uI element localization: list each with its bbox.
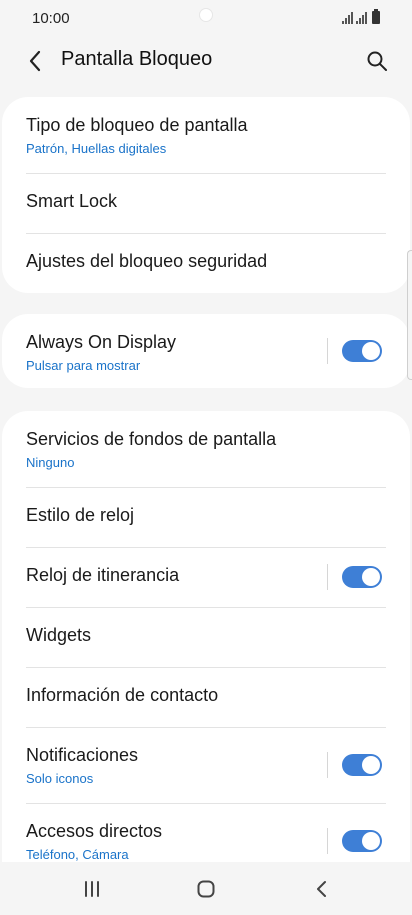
item-title: Reloj de itinerancia: [26, 565, 180, 585]
home-button[interactable]: [186, 872, 226, 906]
search-icon: [367, 51, 387, 71]
status-bar: 10:00: [0, 0, 412, 36]
item-title: Información de contacto: [26, 685, 219, 705]
chevron-left-icon: [29, 50, 41, 72]
item-subtitle: Pulsar para mostrar: [26, 358, 141, 373]
item-title: Servicios de fondos de pantalla: [26, 429, 277, 449]
signal-icon: [342, 12, 353, 24]
recents-icon: [85, 881, 99, 897]
list-item-smart-lock[interactable]: Smart Lock: [2, 173, 410, 233]
list-item-screen-lock-type[interactable]: Tipo de bloqueo de pantalla Patrón, Huel…: [2, 97, 410, 173]
list-item-contact-information[interactable]: Información de contacto: [2, 667, 410, 727]
app-header: Pantalla Bloqueo: [0, 36, 412, 86]
item-subtitle: Ninguno: [26, 455, 75, 470]
item-subtitle: Teléfono, Cámara: [26, 847, 129, 862]
item-subtitle: Solo iconos: [26, 771, 94, 786]
back-icon: [317, 881, 326, 897]
item-title: Tipo de bloqueo de pantalla: [26, 115, 248, 135]
nav-back-button[interactable]: [302, 872, 342, 906]
signal-icon: [356, 12, 367, 24]
navigation-bar: [0, 862, 412, 915]
item-title: Smart Lock: [26, 191, 118, 211]
battery-icon: [372, 9, 380, 24]
list-item-clock-style[interactable]: Estilo de reloj: [2, 487, 410, 547]
list-item-shortcuts[interactable]: Accesos directos Teléfono, Cámara: [2, 803, 410, 862]
back-button[interactable]: [20, 46, 50, 76]
item-title: Estilo de reloj: [26, 505, 135, 525]
toggle-wrap: [327, 314, 382, 388]
status-icons: [342, 9, 380, 24]
other-settings-card: Servicios de fondos de pantalla Ninguno …: [2, 411, 410, 862]
divider: [327, 564, 328, 590]
scrollbar[interactable]: [407, 250, 412, 380]
list-item-widgets[interactable]: Widgets: [2, 607, 410, 667]
recents-button[interactable]: [72, 872, 112, 906]
search-button[interactable]: [362, 46, 392, 76]
always-on-display-toggle[interactable]: [342, 340, 382, 362]
divider: [327, 828, 328, 854]
item-title: Widgets: [26, 625, 92, 645]
front-camera: [199, 8, 213, 22]
notifications-toggle[interactable]: [342, 754, 382, 776]
status-time: 10:00: [32, 10, 70, 27]
list-item-notifications[interactable]: Notificaciones Solo iconos: [2, 727, 410, 803]
page-title: Pantalla Bloqueo: [61, 48, 213, 70]
list-item-roaming-clock[interactable]: Reloj de itinerancia: [2, 547, 410, 607]
item-title: Ajustes del bloqueo seguridad: [26, 251, 268, 271]
toggle-wrap: [327, 803, 382, 862]
toggle-wrap: [327, 547, 382, 607]
list-item-always-on-display[interactable]: Always On Display Pulsar para mostrar: [2, 314, 410, 388]
item-title: Always On Display: [26, 332, 177, 352]
aod-card: Always On Display Pulsar para mostrar: [2, 314, 410, 388]
item-subtitle: Patrón, Huellas digitales: [26, 141, 167, 156]
list-item-secure-lock-settings[interactable]: Ajustes del bloqueo seguridad: [2, 233, 410, 293]
home-icon: [197, 880, 215, 898]
roaming-clock-toggle[interactable]: [342, 566, 382, 588]
item-title: Notificaciones: [26, 745, 139, 765]
lock-settings-card: Tipo de bloqueo de pantalla Patrón, Huel…: [2, 97, 410, 293]
lock-screen-settings: 10:00 Pantalla Bloqueo Tipo de bloqueo d…: [0, 0, 412, 915]
item-title: Accesos directos: [26, 821, 163, 841]
divider: [327, 752, 328, 778]
list-item-wallpaper-services[interactable]: Servicios de fondos de pantalla Ninguno: [2, 411, 410, 487]
divider: [327, 338, 328, 364]
toggle-wrap: [327, 727, 382, 803]
shortcuts-toggle[interactable]: [342, 830, 382, 852]
